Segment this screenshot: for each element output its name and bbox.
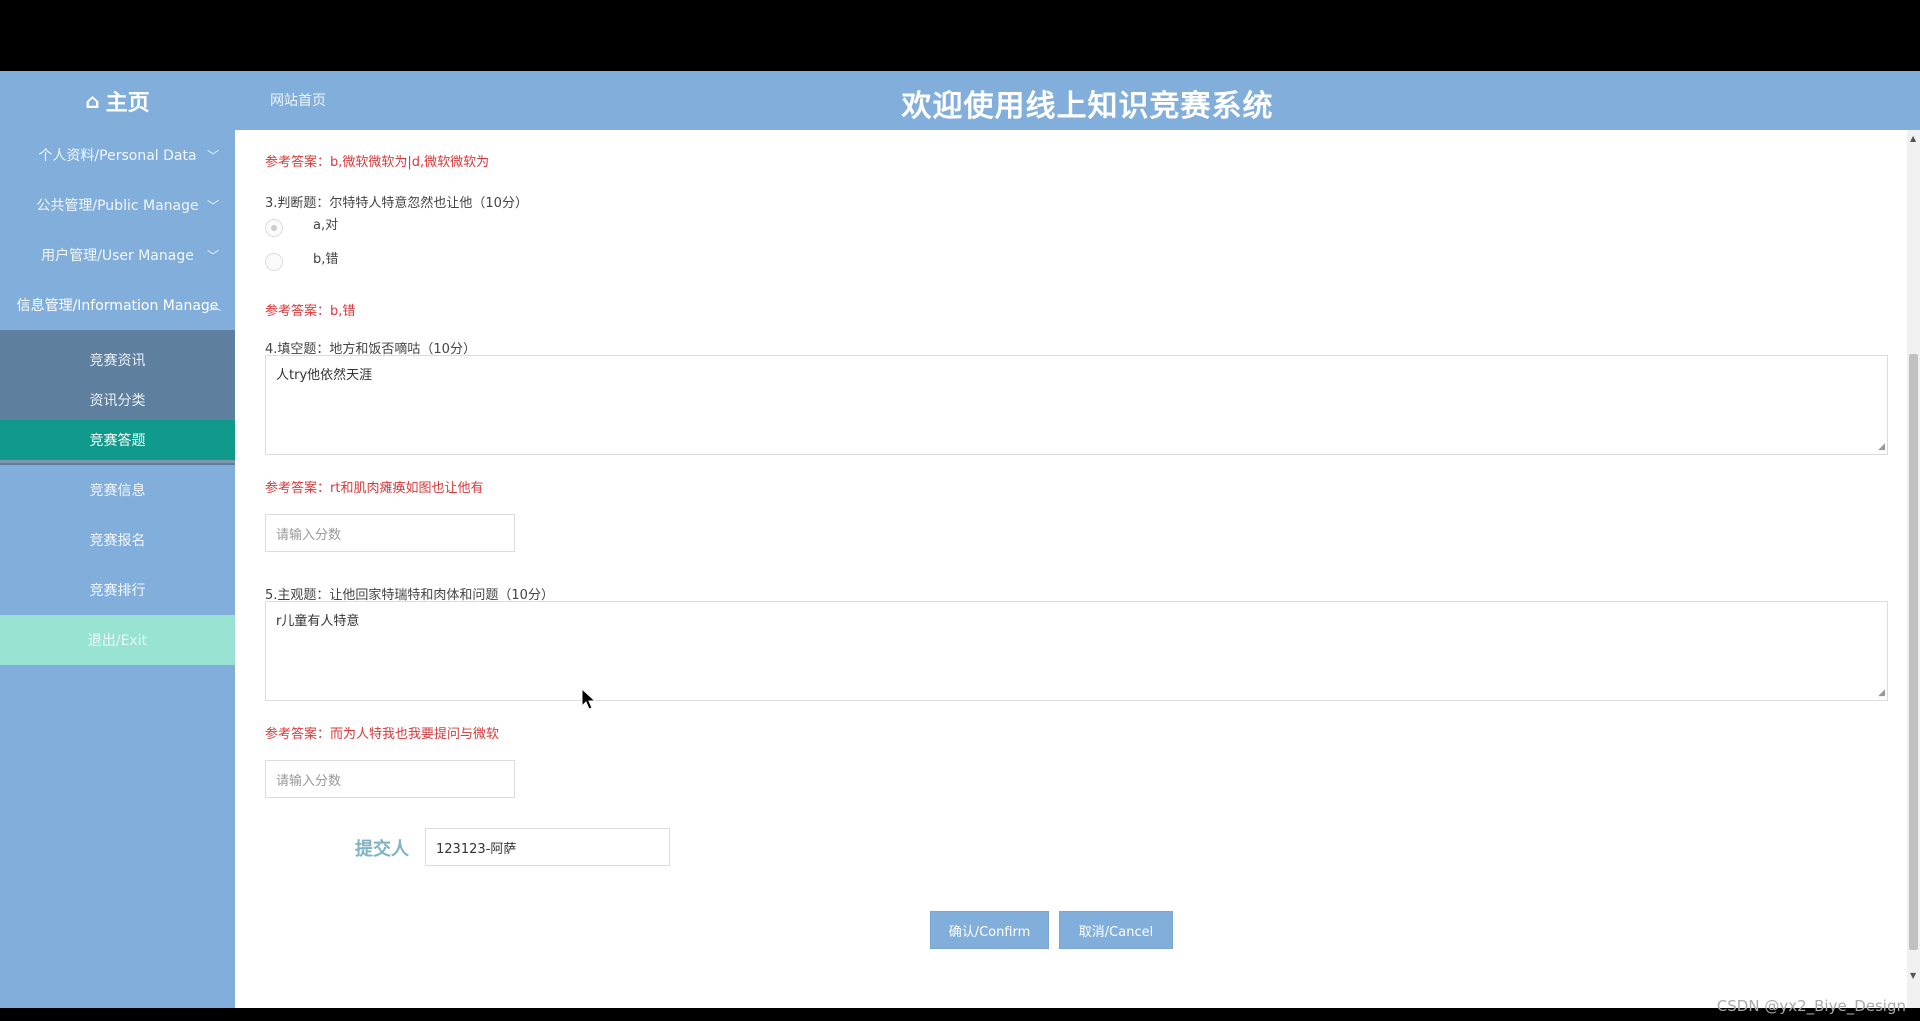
home-icon: ⌂: [85, 88, 100, 113]
chevron-up-icon: ︿: [208, 298, 221, 313]
sidebar-item-label: 信息管理/Information Manage: [16, 298, 219, 314]
sidebar-item-user-manage[interactable]: 用户管理/User Manage ﹀: [0, 230, 235, 280]
sidebar-item-label: 个人资料/Personal Data: [38, 148, 197, 164]
brand-label: 主页: [105, 90, 150, 116]
submitter-label: 提交人: [355, 839, 409, 860]
sidebar-item-information-manage[interactable]: 信息管理/Information Manage ︿: [0, 280, 235, 330]
csdn-watermark: CSDN @yx2_Biye_Design: [1716, 997, 1906, 1015]
window-bottom-bar: [0, 1008, 1920, 1021]
q5-reference-answer: 参考答案：而为人特我也我要提问与微软: [265, 727, 500, 742]
q3-reference-answer: 参考答案：b,错: [265, 304, 356, 319]
q2-reference-answer: 参考答案：b,微软微软为|d,微软微软为: [265, 155, 490, 170]
window-top-bar: [0, 0, 1920, 71]
system-title: 欢迎使用线上知识竞赛系统: [901, 89, 1274, 124]
response-text: 人try他依然天涯: [276, 368, 373, 383]
q3-option-a[interactable]: a,对: [265, 218, 338, 237]
option-label: b,错: [313, 252, 339, 267]
sidebar-item-label: 退出/Exit: [87, 633, 148, 649]
submitter-field[interactable]: 123123-阿萨: [425, 828, 670, 866]
main-content: 参考答案：b,微软微软为|d,微软微软为 3.判断题：尔特特人特意忽然也让他（1…: [235, 130, 1907, 1008]
q3-question: 3.判断题：尔特特人特意忽然也让他（10分）: [265, 196, 528, 211]
q4-reference-answer: 参考答案：rt和肌肉瘫痪如图也让他有: [265, 481, 484, 496]
chevron-down-icon: ﹀: [206, 248, 219, 263]
resize-grip-icon[interactable]: ◢: [1878, 442, 1885, 452]
submenu-item-competition-answers[interactable]: 竞赛答题: [0, 420, 235, 463]
scrollbar-thumb[interactable]: [1909, 354, 1918, 950]
sidebar-item-competition-signup[interactable]: 竞赛报名: [0, 515, 235, 565]
radio-button[interactable]: [265, 218, 283, 237]
q5-response-textarea[interactable]: r儿童有人特意 ◢: [265, 601, 1888, 701]
sidebar: 个人资料/Personal Data ﹀ 公共管理/Public Manage …: [0, 130, 235, 1008]
information-submenu: 竞赛资讯 资讯分类 竞赛答题: [0, 330, 235, 465]
submenu-item-label: 竞赛答题: [89, 433, 146, 449]
sidebar-item-competition-ranking[interactable]: 竞赛排行: [0, 565, 235, 615]
home-brand[interactable]: ⌂ 主页: [0, 71, 235, 130]
submenu-item-competition-news[interactable]: 竞赛资讯: [0, 340, 235, 380]
sidebar-item-personal-data[interactable]: 个人资料/Personal Data ﹀: [0, 130, 235, 180]
q4-response-textarea[interactable]: 人try他依然天涯 ◢: [265, 355, 1888, 455]
sidebar-item-competition-info[interactable]: 竞赛信息: [0, 465, 235, 515]
q3-option-b[interactable]: b,错: [265, 252, 338, 271]
vertical-scrollbar[interactable]: ▲ ▼: [1907, 130, 1920, 1008]
chevron-down-icon: ﹀: [206, 148, 219, 163]
confirm-button[interactable]: 确认/Confirm: [930, 911, 1049, 949]
score-placeholder: 请输入分数: [276, 773, 342, 789]
option-label: a,对: [313, 218, 339, 233]
resize-grip-icon[interactable]: ◢: [1878, 688, 1885, 698]
mouse-cursor-icon: [581, 688, 597, 710]
sidebar-item-label: 公共管理/Public Manage: [36, 198, 199, 214]
score-placeholder: 请输入分数: [276, 527, 342, 543]
submenu-item-news-category[interactable]: 资讯分类: [0, 380, 235, 420]
top-header: ⌂ 主页 网站首页 欢迎使用线上知识竞赛系统: [0, 71, 1920, 130]
sidebar-item-label: 竞赛排行: [89, 583, 146, 599]
sidebar-item-label: 竞赛信息: [89, 483, 146, 499]
app-window: ⌂ 主页 网站首页 欢迎使用线上知识竞赛系统 个人资料/Personal Dat…: [0, 71, 1920, 1008]
sidebar-item-public-manage[interactable]: 公共管理/Public Manage ﹀: [0, 180, 235, 230]
scroll-down-arrow-icon[interactable]: ▼: [1910, 971, 1916, 980]
q4-score-input[interactable]: 请输入分数: [265, 514, 515, 552]
submenu-item-label: 资讯分类: [89, 393, 146, 409]
submitter-value: 123123-阿萨: [436, 841, 517, 857]
submenu-item-label: 竞赛资讯: [89, 353, 146, 369]
cancel-button[interactable]: 取消/Cancel: [1059, 911, 1173, 949]
radio-button[interactable]: [265, 252, 283, 271]
scroll-up-arrow-icon[interactable]: ▲: [1910, 134, 1916, 143]
q5-score-input[interactable]: 请输入分数: [265, 760, 515, 798]
sidebar-item-label: 竞赛报名: [89, 533, 146, 549]
chevron-down-icon: ﹀: [206, 198, 219, 213]
sidebar-item-label: 用户管理/User Manage: [41, 248, 194, 264]
response-text: r儿童有人特意: [276, 614, 360, 629]
sidebar-item-exit[interactable]: 退出/Exit: [0, 615, 235, 665]
